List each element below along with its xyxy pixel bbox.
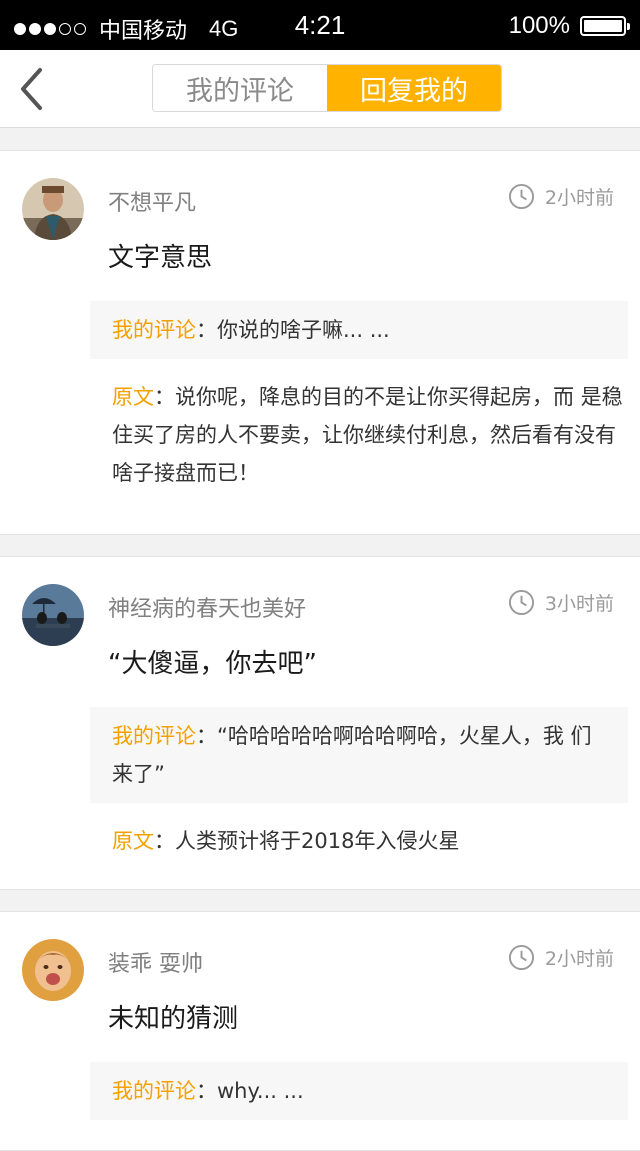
my-comment-text: why... ... [217, 1079, 304, 1103]
original-text: 说你呢，降息的目的不是让你买得起房，而 是稳住买了房的人不要卖，让你继续付利息，… [112, 385, 623, 485]
battery-percentage: 100% [508, 12, 570, 39]
reply-text: “大傻逼，你去吧” [108, 649, 317, 679]
timestamp: 2小时前 [508, 944, 614, 971]
clock-icon [508, 183, 534, 210]
my-comment-quote[interactable]: 我的评论：why... ... [90, 1062, 628, 1120]
original-post[interactable]: 原文：说你呢，降息的目的不是让你买得起房，而 是稳住买了房的人不要卖，让你继续付… [112, 378, 628, 492]
reply-text: 文字意思 [108, 243, 213, 273]
username[interactable]: 装乖 耍帅 [108, 946, 203, 978]
clock-icon [508, 589, 534, 616]
list-item[interactable]: 不想平凡 2小时前 文字意思 我的评论：你说的啥子嘛... ... 原文：说你呢… [0, 150, 640, 535]
reply-text: 未知的猜测 [108, 1004, 239, 1034]
my-comment-text: 你说的啥子嘛... ... [217, 318, 390, 342]
my-comment-label: 我的评论 [112, 318, 196, 342]
original-label: 原文 [112, 829, 154, 853]
timestamp: 2小时前 [508, 183, 614, 210]
original-post[interactable]: 原文：人类预计将于2018年入侵火星 [112, 822, 628, 860]
back-button[interactable] [16, 66, 56, 112]
username[interactable]: 神经病的春天也美好 [108, 591, 306, 623]
time-text: 2小时前 [544, 187, 614, 209]
status-bar: 中国移动 4G 4:21 100% [0, 0, 640, 50]
avatar[interactable] [22, 584, 84, 646]
tab-my-comments[interactable]: 我的评论 [153, 65, 327, 111]
segmented-control: 我的评论 回复我的 [152, 64, 502, 112]
list-item[interactable]: 神经病的春天也美好 3小时前 “大傻逼，你去吧” 我的评论：“哈哈哈哈哈啊哈哈啊… [0, 556, 640, 890]
original-label: 原文 [112, 385, 154, 409]
my-comment-quote[interactable]: 我的评论：你说的啥子嘛... ... [90, 301, 628, 359]
list-item[interactable]: 装乖 耍帅 2小时前 未知的猜测 我的评论：why... ... [0, 911, 640, 1151]
my-comment-label: 我的评论 [112, 724, 196, 748]
original-text: 人类预计将于2018年入侵火星 [175, 829, 460, 853]
username[interactable]: 不想平凡 [108, 185, 196, 217]
time-text: 3小时前 [544, 593, 614, 615]
clock-icon [508, 944, 534, 971]
tab-replies-to-me[interactable]: 回复我的 [327, 65, 501, 111]
avatar[interactable] [22, 178, 84, 240]
battery-icon [580, 16, 630, 36]
chevron-left-icon [21, 68, 42, 110]
my-comment-quote[interactable]: 我的评论：“哈哈哈哈哈啊哈哈啊哈，火星人，我 们来了” [90, 707, 628, 803]
nav-bar: 我的评论 回复我的 [0, 50, 640, 128]
avatar[interactable] [22, 939, 84, 1001]
time-text: 2小时前 [544, 948, 614, 970]
my-comment-label: 我的评论 [112, 1079, 196, 1103]
timestamp: 3小时前 [508, 589, 614, 616]
